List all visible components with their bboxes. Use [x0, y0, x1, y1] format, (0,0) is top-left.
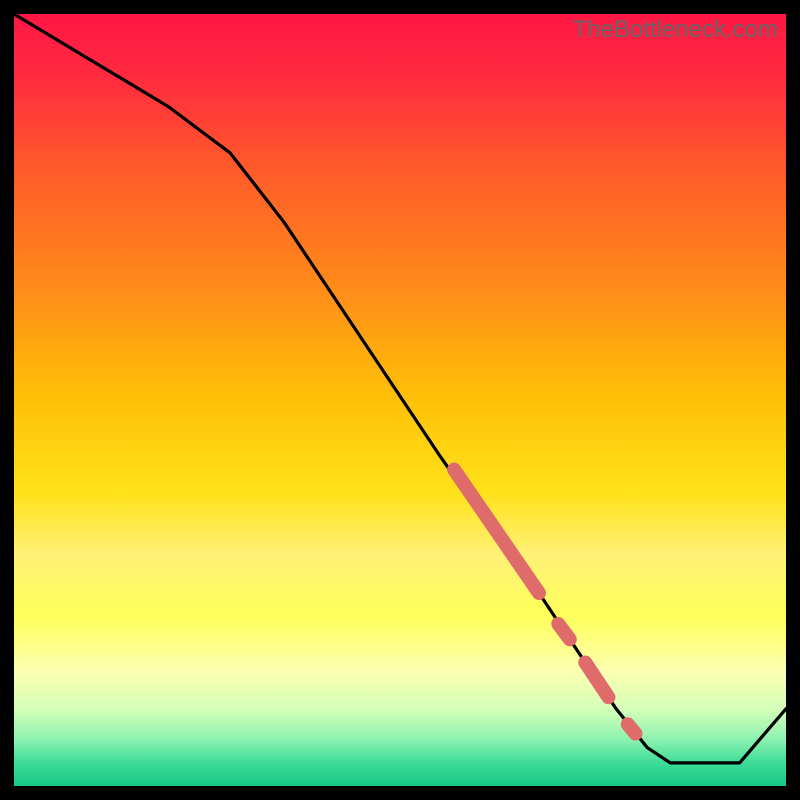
gradient-background [14, 14, 786, 786]
highlight-segment [628, 724, 636, 733]
highlight-segment [558, 624, 570, 639]
bottleneck-chart [14, 14, 786, 786]
watermark-text: TheBottleneck.com [573, 16, 778, 44]
chart-frame: TheBottleneck.com [14, 14, 786, 786]
